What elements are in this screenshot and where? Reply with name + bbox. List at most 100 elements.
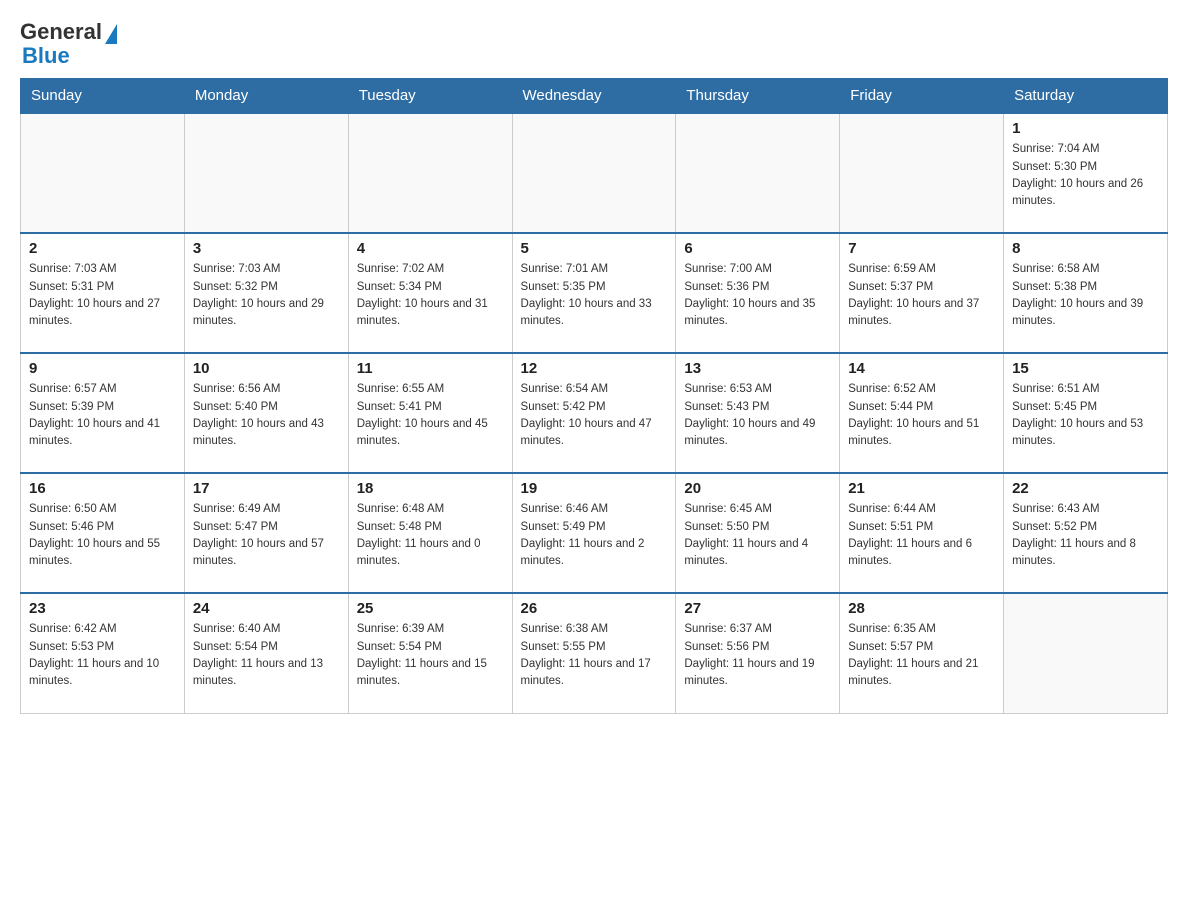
calendar-cell: 20 Sunrise: 6:45 AM Sunset: 5:50 PM Dayli… [676, 473, 840, 593]
calendar-cell: 21 Sunrise: 6:44 AM Sunset: 5:51 PM Dayli… [840, 473, 1004, 593]
calendar-cell: 15 Sunrise: 6:51 AM Sunset: 5:45 PM Dayli… [1004, 353, 1168, 473]
day-number: 5 [521, 240, 668, 257]
week-row-3: 16Sunrise: 6:50 AM Sunset: 5:46 PM Dayli… [21, 473, 1168, 593]
calendar-body: 1 Sunrise: 7:04 AM Sunset: 5:30 PM Daylig… [21, 113, 1168, 713]
header-sunday: Sunday [21, 79, 185, 114]
day-number: 9 [29, 360, 176, 377]
day-number: 23 [29, 600, 176, 617]
page-header: General Blue [20, 20, 1168, 68]
calendar-cell: 26 Sunrise: 6:38 AM Sunset: 5:55 PM Dayli… [512, 593, 676, 713]
logo-triangle-icon [105, 24, 117, 44]
calendar-cell [840, 113, 1004, 233]
calendar-cell: 24 Sunrise: 6:40 AM Sunset: 5:54 PM Dayli… [184, 593, 348, 713]
day-number: 20 [684, 480, 831, 497]
day-number: 17 [193, 480, 340, 497]
calendar-cell: 28 Sunrise: 6:35 AM Sunset: 5:57 PM Dayli… [840, 593, 1004, 713]
header-friday: Friday [840, 79, 1004, 114]
calendar-cell [348, 113, 512, 233]
calendar-cell [21, 113, 185, 233]
calendar-cell: 5 Sunrise: 7:01 AM Sunset: 5:35 PM Daylig… [512, 233, 676, 353]
day-number: 10 [193, 360, 340, 377]
calendar-cell: 11 Sunrise: 6:55 AM Sunset: 5:41 PM Dayli… [348, 353, 512, 473]
day-number: 3 [193, 240, 340, 257]
day-number: 15 [1012, 360, 1159, 377]
day-info: Sunrise: 6:39 AM Sunset: 5:54 PM Dayligh… [357, 621, 504, 690]
week-row-0: 1 Sunrise: 7:04 AM Sunset: 5:30 PM Daylig… [21, 113, 1168, 233]
day-number: 22 [1012, 480, 1159, 497]
day-number: 1 [1012, 120, 1159, 137]
calendar-cell: 13 Sunrise: 6:53 AM Sunset: 5:43 PM Dayli… [676, 353, 840, 473]
day-number: 26 [521, 600, 668, 617]
calendar-cell [1004, 593, 1168, 713]
calendar-cell [512, 113, 676, 233]
header-row: SundayMondayTuesdayWednesdayThursdayFrid… [21, 79, 1168, 114]
day-info: Sunrise: 6:37 AM Sunset: 5:56 PM Dayligh… [684, 621, 831, 690]
calendar-cell [184, 113, 348, 233]
day-info: Sunrise: 7:03 AM Sunset: 5:32 PM Dayligh… [193, 261, 340, 330]
day-number: 13 [684, 360, 831, 377]
calendar-table: SundayMondayTuesdayWednesdayThursdayFrid… [20, 78, 1168, 714]
header-saturday: Saturday [1004, 79, 1168, 114]
day-info: Sunrise: 6:35 AM Sunset: 5:57 PM Dayligh… [848, 621, 995, 690]
calendar-cell: 25 Sunrise: 6:39 AM Sunset: 5:54 PM Dayli… [348, 593, 512, 713]
calendar-cell: 1 Sunrise: 7:04 AM Sunset: 5:30 PM Daylig… [1004, 113, 1168, 233]
day-info: Sunrise: 7:02 AM Sunset: 5:34 PM Dayligh… [357, 261, 504, 330]
day-number: 12 [521, 360, 668, 377]
day-info: Sunrise: 6:43 AM Sunset: 5:52 PM Dayligh… [1012, 501, 1159, 570]
calendar-cell: 4Sunrise: 7:02 AM Sunset: 5:34 PM Daylig… [348, 233, 512, 353]
day-info: Sunrise: 6:59 AM Sunset: 5:37 PM Dayligh… [848, 261, 995, 330]
day-info: Sunrise: 6:53 AM Sunset: 5:43 PM Dayligh… [684, 381, 831, 450]
day-info: Sunrise: 6:38 AM Sunset: 5:55 PM Dayligh… [521, 621, 668, 690]
day-number: 19 [521, 480, 668, 497]
day-info: Sunrise: 6:40 AM Sunset: 5:54 PM Dayligh… [193, 621, 340, 690]
day-number: 6 [684, 240, 831, 257]
logo-blue: Blue [22, 44, 117, 68]
day-info: Sunrise: 6:56 AM Sunset: 5:40 PM Dayligh… [193, 381, 340, 450]
day-info: Sunrise: 6:45 AM Sunset: 5:50 PM Dayligh… [684, 501, 831, 570]
week-row-1: 2 Sunrise: 7:03 AM Sunset: 5:31 PM Daylig… [21, 233, 1168, 353]
day-info: Sunrise: 6:46 AM Sunset: 5:49 PM Dayligh… [521, 501, 668, 570]
header-monday: Monday [184, 79, 348, 114]
week-row-4: 23 Sunrise: 6:42 AM Sunset: 5:53 PM Dayli… [21, 593, 1168, 713]
day-number: 11 [357, 360, 504, 377]
calendar-cell: 12 Sunrise: 6:54 AM Sunset: 5:42 PM Dayli… [512, 353, 676, 473]
day-info: Sunrise: 6:49 AM Sunset: 5:47 PM Dayligh… [193, 501, 340, 570]
day-number: 24 [193, 600, 340, 617]
day-number: 21 [848, 480, 995, 497]
day-info: Sunrise: 6:52 AM Sunset: 5:44 PM Dayligh… [848, 381, 995, 450]
calendar-cell: 18 Sunrise: 6:48 AM Sunset: 5:48 PM Dayli… [348, 473, 512, 593]
week-row-2: 9 Sunrise: 6:57 AM Sunset: 5:39 PM Daylig… [21, 353, 1168, 473]
day-info: Sunrise: 6:54 AM Sunset: 5:42 PM Dayligh… [521, 381, 668, 450]
day-info: Sunrise: 6:51 AM Sunset: 5:45 PM Dayligh… [1012, 381, 1159, 450]
header-wednesday: Wednesday [512, 79, 676, 114]
day-info: Sunrise: 6:48 AM Sunset: 5:48 PM Dayligh… [357, 501, 504, 570]
day-number: 2 [29, 240, 176, 257]
day-info: Sunrise: 6:55 AM Sunset: 5:41 PM Dayligh… [357, 381, 504, 450]
calendar-cell: 22 Sunrise: 6:43 AM Sunset: 5:52 PM Dayli… [1004, 473, 1168, 593]
calendar-cell: 16Sunrise: 6:50 AM Sunset: 5:46 PM Dayli… [21, 473, 185, 593]
day-number: 18 [357, 480, 504, 497]
calendar-cell: 19 Sunrise: 6:46 AM Sunset: 5:49 PM Dayli… [512, 473, 676, 593]
day-number: 25 [357, 600, 504, 617]
calendar-cell: 8 Sunrise: 6:58 AM Sunset: 5:38 PM Daylig… [1004, 233, 1168, 353]
calendar-cell: 17 Sunrise: 6:49 AM Sunset: 5:47 PM Dayli… [184, 473, 348, 593]
calendar-cell: 10 Sunrise: 6:56 AM Sunset: 5:40 PM Dayli… [184, 353, 348, 473]
header-tuesday: Tuesday [348, 79, 512, 114]
day-info: Sunrise: 6:42 AM Sunset: 5:53 PM Dayligh… [29, 621, 176, 690]
day-info: Sunrise: 6:44 AM Sunset: 5:51 PM Dayligh… [848, 501, 995, 570]
day-info: Sunrise: 6:50 AM Sunset: 5:46 PM Dayligh… [29, 501, 176, 570]
calendar-cell: 27Sunrise: 6:37 AM Sunset: 5:56 PM Dayli… [676, 593, 840, 713]
logo: General Blue [20, 20, 117, 68]
calendar-cell: 14Sunrise: 6:52 AM Sunset: 5:44 PM Dayli… [840, 353, 1004, 473]
day-info: Sunrise: 7:01 AM Sunset: 5:35 PM Dayligh… [521, 261, 668, 330]
day-info: Sunrise: 7:00 AM Sunset: 5:36 PM Dayligh… [684, 261, 831, 330]
day-info: Sunrise: 6:57 AM Sunset: 5:39 PM Dayligh… [29, 381, 176, 450]
day-info: Sunrise: 7:04 AM Sunset: 5:30 PM Dayligh… [1012, 141, 1159, 210]
day-info: Sunrise: 7:03 AM Sunset: 5:31 PM Dayligh… [29, 261, 176, 330]
day-number: 8 [1012, 240, 1159, 257]
day-info: Sunrise: 6:58 AM Sunset: 5:38 PM Dayligh… [1012, 261, 1159, 330]
day-number: 7 [848, 240, 995, 257]
calendar-cell: 7 Sunrise: 6:59 AM Sunset: 5:37 PM Daylig… [840, 233, 1004, 353]
calendar-cell: 9 Sunrise: 6:57 AM Sunset: 5:39 PM Daylig… [21, 353, 185, 473]
day-number: 28 [848, 600, 995, 617]
